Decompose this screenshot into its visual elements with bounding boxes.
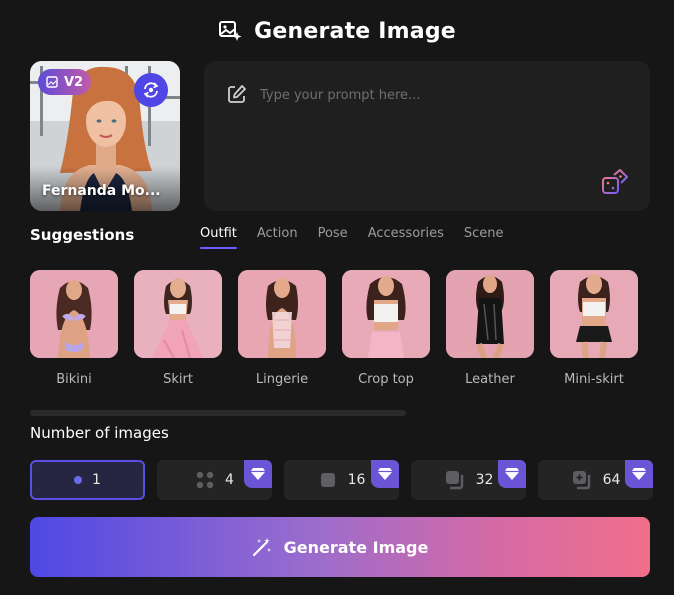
prompt-input[interactable] bbox=[260, 83, 620, 107]
single-dot-icon bbox=[74, 476, 83, 484]
number-of-images-options: 1 4 16 32 64 bbox=[30, 460, 653, 500]
grid-four-icon bbox=[196, 471, 214, 489]
suggestion-crop-top[interactable]: Crop top bbox=[342, 270, 430, 387]
suggestion-thumbnail bbox=[446, 270, 534, 358]
suggestion-leather[interactable]: Leather bbox=[446, 270, 534, 387]
suggestions-title: Suggestions bbox=[30, 226, 135, 244]
avatar-card[interactable]: V2 Fernanda Mo... bbox=[30, 61, 180, 211]
count-value: 1 bbox=[92, 472, 101, 488]
tab-outfit[interactable]: Outfit bbox=[200, 226, 237, 249]
suggestion-skirt[interactable]: Skirt bbox=[134, 270, 222, 387]
random-dice-icon[interactable] bbox=[600, 167, 630, 197]
count-option-32[interactable]: 32 bbox=[411, 460, 526, 500]
suggestion-label: Bikini bbox=[56, 372, 92, 387]
tab-scene[interactable]: Scene bbox=[464, 226, 504, 249]
count-option-16[interactable]: 16 bbox=[284, 460, 399, 500]
count-option-64[interactable]: 64 bbox=[538, 460, 653, 500]
suggestion-lingerie[interactable]: Lingerie bbox=[238, 270, 326, 387]
stack-plus-icon bbox=[572, 471, 590, 490]
tab-action[interactable]: Action bbox=[257, 226, 298, 249]
generate-image-label: Generate Image bbox=[283, 537, 429, 557]
suggestion-label: Crop top bbox=[358, 372, 414, 387]
suggestion-thumbnail bbox=[550, 270, 638, 358]
tab-accessories[interactable]: Accessories bbox=[368, 226, 444, 249]
premium-diamond-icon bbox=[371, 460, 399, 488]
suggestion-list: Bikini Skirt Lingerie Crop top Leather M… bbox=[30, 270, 638, 387]
count-option-1[interactable]: 1 bbox=[30, 460, 145, 500]
page-header: Generate Image bbox=[0, 14, 674, 48]
count-value: 32 bbox=[475, 472, 494, 488]
suggestion-bikini[interactable]: Bikini bbox=[30, 270, 118, 387]
count-value: 64 bbox=[602, 472, 621, 488]
suggestion-thumbnail bbox=[134, 270, 222, 358]
suggestion-thumbnail bbox=[30, 270, 118, 358]
swap-icon bbox=[143, 82, 159, 98]
image-icon bbox=[46, 76, 58, 88]
version-badge-label: V2 bbox=[64, 74, 84, 90]
avatar-name: Fernanda Mo... bbox=[42, 183, 161, 199]
swap-character-button[interactable] bbox=[134, 73, 168, 107]
edit-icon bbox=[228, 85, 246, 103]
suggestion-label: Mini-skirt bbox=[564, 372, 624, 387]
number-of-images-title: Number of images bbox=[30, 424, 169, 442]
generate-image-button[interactable]: Generate Image bbox=[30, 517, 650, 577]
suggestion-thumbnail bbox=[238, 270, 326, 358]
count-value: 16 bbox=[347, 472, 366, 488]
double-stack-icon bbox=[445, 471, 463, 490]
suggestion-mini-skirt[interactable]: Mini-skirt bbox=[550, 270, 638, 387]
suggestion-label: Skirt bbox=[163, 372, 193, 387]
prompt-box bbox=[204, 61, 650, 211]
premium-diamond-icon bbox=[625, 460, 653, 488]
page-title: Generate Image bbox=[254, 18, 456, 44]
suggestion-label: Leather bbox=[465, 372, 515, 387]
stack-icon bbox=[320, 473, 335, 487]
premium-diamond-icon bbox=[244, 460, 272, 488]
image-sparkle-icon bbox=[219, 21, 242, 41]
magic-wand-icon bbox=[252, 538, 271, 557]
suggestion-thumbnail bbox=[342, 270, 430, 358]
suggestion-tabs: Outfit Action Pose Accessories Scene bbox=[200, 226, 504, 249]
suggestions-scrollbar[interactable] bbox=[30, 410, 406, 416]
version-badge: V2 bbox=[38, 69, 92, 95]
count-value: 4 bbox=[225, 472, 234, 488]
premium-diamond-icon bbox=[498, 460, 526, 488]
suggestion-label: Lingerie bbox=[255, 372, 309, 387]
count-option-4[interactable]: 4 bbox=[157, 460, 272, 500]
tab-pose[interactable]: Pose bbox=[318, 226, 348, 249]
